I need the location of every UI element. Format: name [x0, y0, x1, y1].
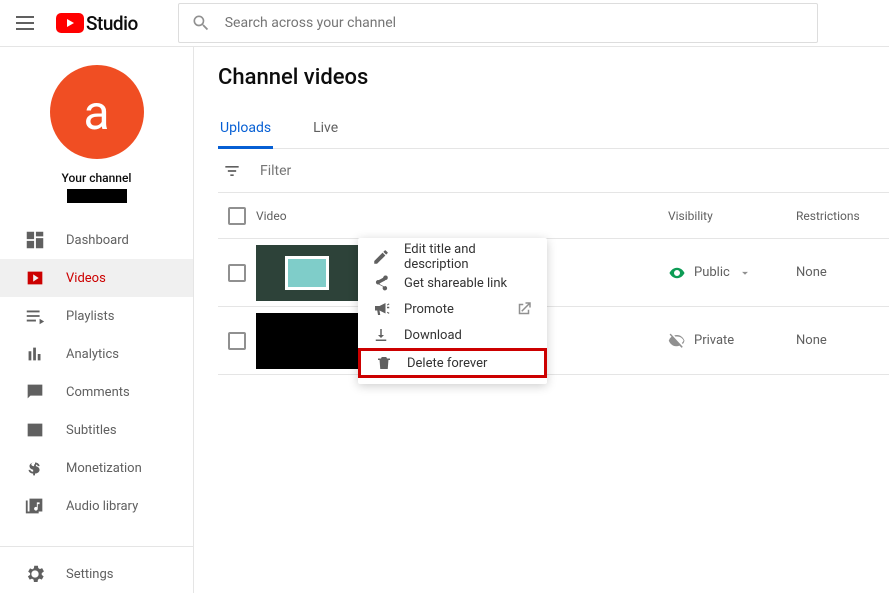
menu-download[interactable]: Download [358, 322, 547, 348]
row-checkbox[interactable] [228, 264, 246, 282]
comments-icon [24, 381, 46, 403]
download-icon [372, 326, 390, 344]
dashboard-icon [24, 229, 46, 251]
avatar[interactable]: a [50, 65, 144, 159]
nav-settings[interactable]: Settings [0, 555, 193, 593]
menu-label: Get shareable link [404, 276, 507, 291]
context-menu: Edit title and description Get shareable… [358, 238, 547, 384]
menu-label: Delete forever [407, 356, 487, 371]
menu-button[interactable] [16, 11, 40, 35]
settings-icon [24, 563, 46, 585]
search-box[interactable] [178, 3, 818, 43]
chevron-down-icon[interactable] [738, 266, 752, 280]
nav-playlists[interactable]: Playlists [0, 297, 193, 335]
nav-label: Comments [66, 385, 130, 400]
nav-videos[interactable]: Videos [0, 259, 193, 297]
nav-label: Monetization [66, 461, 142, 476]
channel-info: a Your channel [0, 47, 193, 217]
private-icon [668, 332, 686, 350]
table-row[interactable]: Private None [218, 307, 889, 375]
nav-dashboard[interactable]: Dashboard [0, 221, 193, 259]
menu-shareable-link[interactable]: Get shareable link [358, 270, 547, 296]
col-visibility: Visibility [668, 209, 796, 223]
search-icon [191, 13, 211, 33]
videos-icon [24, 267, 46, 289]
restrictions-value: None [796, 333, 886, 348]
nav-audio-library[interactable]: Audio library [0, 487, 193, 525]
menu-label: Promote [404, 302, 454, 317]
filter-input[interactable] [260, 163, 438, 179]
logo-text: Studio [86, 12, 138, 35]
search-input[interactable] [225, 15, 805, 31]
video-thumbnail[interactable] [256, 313, 358, 369]
tab-live[interactable]: Live [311, 108, 340, 148]
channel-label: Your channel [62, 171, 132, 185]
nav-monetization[interactable]: Monetization [0, 449, 193, 487]
nav-label: Playlists [66, 309, 114, 324]
restrictions-value: None [796, 265, 886, 280]
pencil-icon [372, 248, 390, 266]
col-restrictions: Restrictions [796, 209, 886, 223]
logo[interactable]: Studio [56, 12, 138, 35]
channel-name-redacted [67, 189, 127, 203]
select-all-checkbox[interactable] [228, 207, 246, 225]
nav-label: Videos [66, 271, 106, 286]
col-video: Video [256, 209, 668, 223]
nav-label: Settings [66, 567, 113, 582]
menu-label: Download [404, 328, 462, 343]
nav-label: Audio library [66, 499, 138, 514]
subtitles-icon [24, 419, 46, 441]
nav-label: Subtitles [66, 423, 117, 438]
menu-delete-forever[interactable]: Delete forever [358, 348, 547, 378]
table-header: Video Visibility Restrictions [218, 193, 889, 239]
analytics-icon [24, 343, 46, 365]
public-icon [668, 264, 686, 282]
filter-icon[interactable] [222, 161, 242, 181]
menu-label: Edit title and description [404, 242, 533, 272]
menu-promote[interactable]: Promote [358, 296, 547, 322]
monetization-icon [24, 457, 46, 479]
video-thumbnail[interactable] [256, 245, 358, 301]
nav-comments[interactable]: Comments [0, 373, 193, 411]
nav-label: Analytics [66, 347, 119, 362]
row-checkbox[interactable] [228, 332, 246, 350]
external-link-icon [515, 300, 533, 318]
nav-analytics[interactable]: Analytics [0, 335, 193, 373]
megaphone-icon [372, 300, 390, 318]
nav-subtitles[interactable]: Subtitles [0, 411, 193, 449]
page-title: Channel videos [218, 65, 889, 90]
youtube-icon [56, 13, 84, 33]
share-icon [372, 274, 390, 292]
tab-uploads[interactable]: Uploads [218, 108, 273, 148]
nav-label: Dashboard [66, 233, 129, 248]
trash-icon [375, 354, 393, 372]
visibility-value: Private [694, 333, 734, 348]
menu-edit-title[interactable]: Edit title and description [358, 244, 547, 270]
playlists-icon [24, 305, 46, 327]
visibility-value: Public [694, 265, 730, 280]
table-row[interactable]: Public None [218, 239, 889, 307]
audio-library-icon [24, 495, 46, 517]
